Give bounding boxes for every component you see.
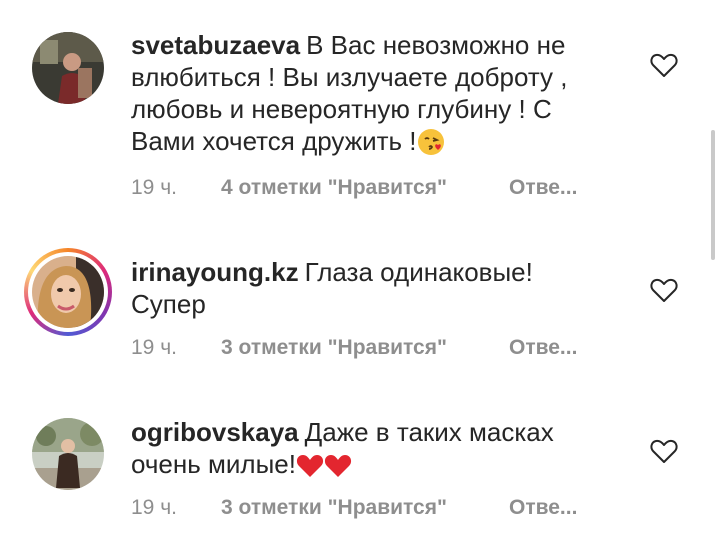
scrollbar[interactable] [711,130,715,260]
story-ring[interactable] [24,248,112,336]
avatar[interactable] [32,32,104,104]
comment-username[interactable]: svetabuzaeva [131,30,300,60]
comment-time: 19 ч. [131,176,177,199]
comment-time: 19 ч. [131,496,177,519]
comment-likes-link[interactable]: 4 отметки "Нравится" [221,176,509,200]
comment-text-block: svetabuzaeva В Вас невозможно не влюбитьс… [131,29,601,163]
like-heart-icon[interactable] [650,438,678,464]
comment-time: 19 ч. [131,336,177,359]
comment-username[interactable]: irinayoung.kz [131,257,299,287]
comment-text-block: irinayoung.kz Глаза одинаковые! Супер [131,256,601,320]
comment-meta: 19 ч. 3 отметки "Нравится" Отве... [131,496,577,520]
like-heart-icon[interactable] [650,277,678,303]
comment-text-block: ogribovskaya Даже в таких масках очень ми… [131,416,601,486]
red-heart-icon [296,451,352,486]
reply-button[interactable]: Отве... [509,336,577,360]
like-heart-icon[interactable] [650,52,678,78]
avatar[interactable] [32,418,104,490]
comment-likes-link[interactable]: 3 отметки "Нравится" [221,336,509,360]
comment-username[interactable]: ogribovskaya [131,417,299,447]
avatar [32,256,104,328]
comment-meta: 19 ч. 3 отметки "Нравится" Отве... [131,336,577,360]
comment-likes-link[interactable]: 3 отметки "Нравится" [221,496,509,520]
kissing-face-icon [417,128,445,163]
comment-meta: 19 ч. 4 отметки "Нравится" Отве... [131,176,577,200]
reply-button[interactable]: Отве... [509,176,577,200]
reply-button[interactable]: Отве... [509,496,577,520]
